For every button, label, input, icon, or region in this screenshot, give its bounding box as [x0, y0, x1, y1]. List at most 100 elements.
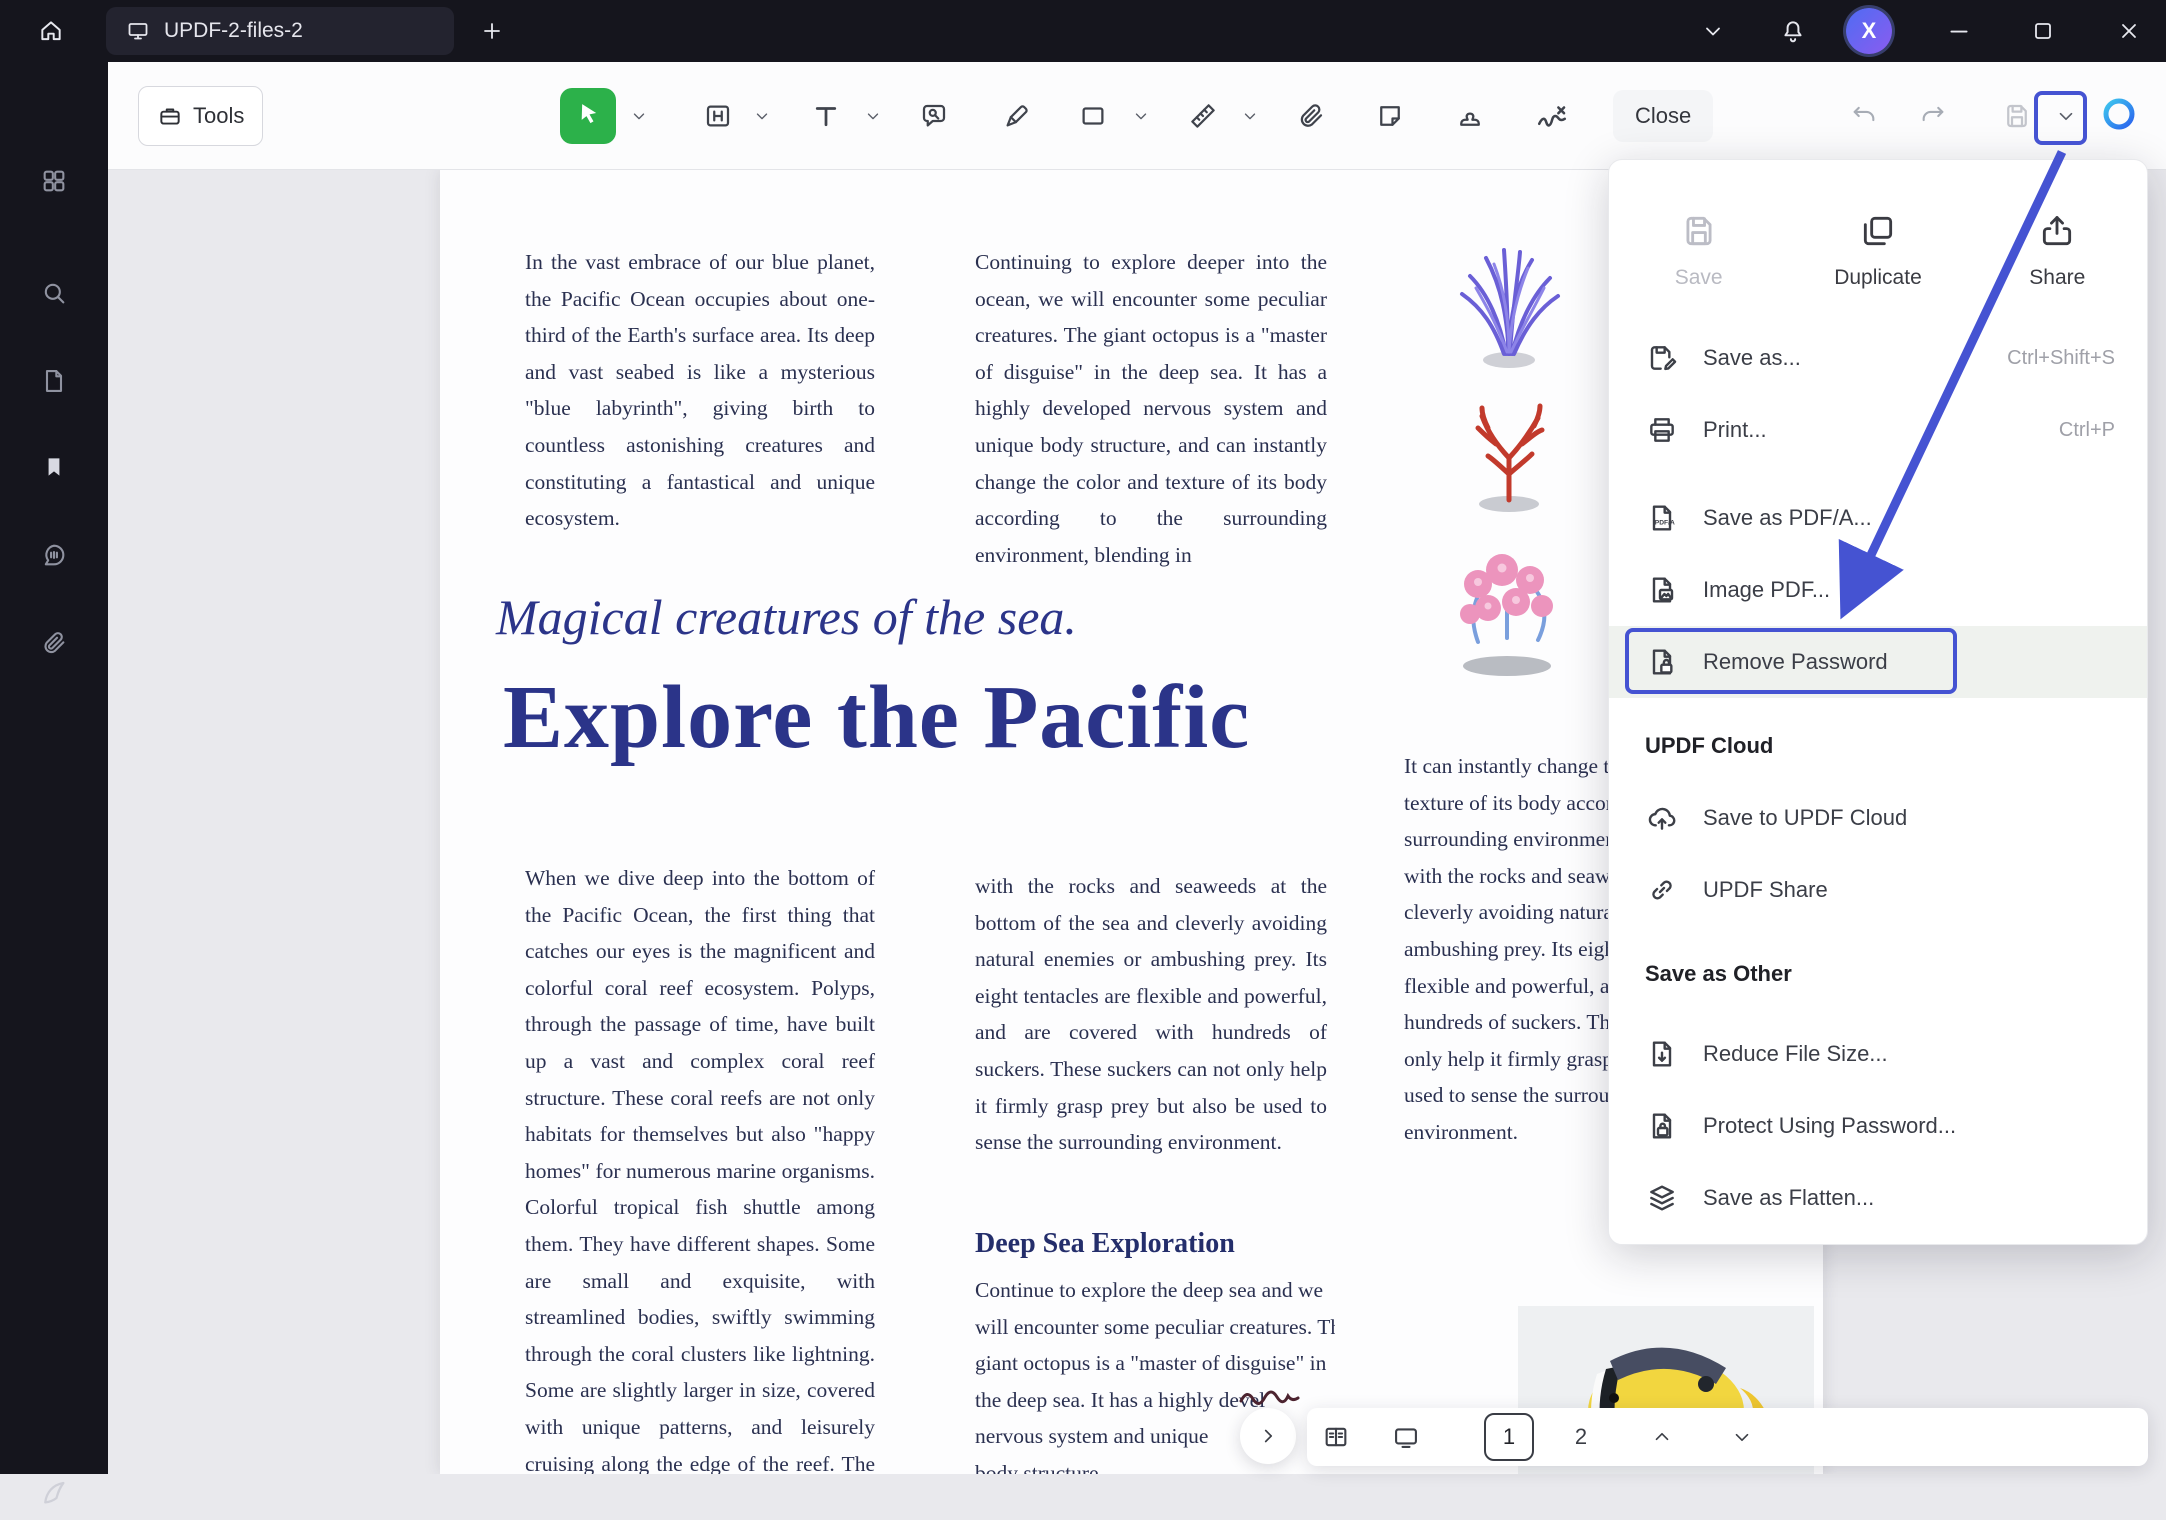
- right-line: texture of its body accord: [1404, 785, 1612, 822]
- reader-view-button[interactable]: [1319, 1417, 1353, 1457]
- next-page-button[interactable]: [1727, 1417, 1757, 1457]
- red-coral-image: [1426, 388, 1592, 514]
- close-window-button[interactable]: [2104, 8, 2154, 54]
- menu-item-image-pdf[interactable]: Image PDF...: [1609, 554, 2147, 626]
- right-line: used to sense the surroun: [1404, 1077, 1612, 1114]
- undo-icon: [1850, 102, 1878, 130]
- maximize-button[interactable]: [2018, 8, 2068, 54]
- shape-tool-button[interactable]: [1071, 91, 1115, 141]
- save-action-label: Save: [1675, 266, 1723, 290]
- close-icon: [2117, 19, 2141, 43]
- save-icon: [1680, 212, 1718, 250]
- menu-item-save-to-cloud[interactable]: Save to UPDF Cloud: [1609, 782, 2147, 854]
- deep-line: will encounter some peculiar creatures. …: [975, 1309, 1335, 1346]
- sidebar-item-search[interactable]: [27, 266, 81, 320]
- print-icon: [1645, 413, 1679, 447]
- bell-icon: [1780, 18, 1806, 44]
- attach-tool-button[interactable]: [1289, 91, 1333, 141]
- home-button[interactable]: [26, 8, 76, 54]
- add-text-chevron[interactable]: [861, 91, 885, 141]
- signature-tool-button[interactable]: [1528, 91, 1576, 141]
- flatten-icon: [1645, 1181, 1679, 1215]
- notifications-button[interactable]: [1768, 8, 1818, 54]
- undo-button[interactable]: [1842, 91, 1886, 141]
- stamp-tool-button[interactable]: [1448, 91, 1492, 141]
- updf-logo-button[interactable]: [27, 1466, 81, 1520]
- page-number-next[interactable]: 2: [1566, 1424, 1596, 1450]
- right-line: with the rocks and seawe: [1404, 858, 1612, 895]
- menu-item-label: Save as...: [1703, 345, 1801, 371]
- section-updf-cloud: UPDF Cloud: [1609, 710, 2147, 782]
- paragraph-bottom-mid: with the rocks and seaweeds at the botto…: [975, 868, 1327, 1161]
- sidebar-item-attachments[interactable]: [27, 616, 81, 670]
- heading-main: Explore the Pacific: [503, 668, 1250, 767]
- measure-tool-chevron[interactable]: [1238, 91, 1262, 141]
- menu-item-shortcut: Ctrl+Shift+S: [2007, 347, 2115, 370]
- add-text-icon: [811, 101, 841, 131]
- link-icon: [1645, 873, 1679, 907]
- stamp-icon: [1455, 101, 1485, 131]
- sticker-icon: [1375, 101, 1405, 131]
- sidebar-item-apps[interactable]: [27, 154, 81, 208]
- comment-search-tool-button[interactable]: [912, 91, 956, 141]
- expand-controls-button[interactable]: [1240, 1408, 1296, 1464]
- save-menu-top-actions: Save Duplicate Share: [1609, 186, 2147, 316]
- avatar[interactable]: X: [1846, 8, 1892, 54]
- save-icon: [2002, 101, 2032, 131]
- select-tool-chevron[interactable]: [627, 91, 651, 141]
- page-number-current[interactable]: 1: [1484, 1413, 1534, 1461]
- right-line: cleverly avoiding natural: [1404, 894, 1612, 931]
- menu-item-save-as-flatten[interactable]: Save as Flatten...: [1609, 1162, 2147, 1234]
- right-line: ambushing prey. Its eight: [1404, 931, 1612, 968]
- shape-tool-chevron[interactable]: [1129, 91, 1153, 141]
- menu-item-shortcut: Ctrl+P: [2059, 419, 2115, 442]
- edit-tool-button[interactable]: [696, 91, 740, 141]
- sticker-tool-button[interactable]: [1368, 91, 1412, 141]
- ai-assistant-icon: [2100, 95, 2138, 138]
- cloud-upload-icon: [1645, 801, 1679, 835]
- maximize-icon: [2031, 19, 2055, 43]
- menu-item-reduce-file-size[interactable]: Reduce File Size...: [1609, 1018, 2147, 1090]
- edit-tool-chevron[interactable]: [750, 91, 774, 141]
- minimize-button[interactable]: [1934, 8, 1984, 54]
- close-document-button[interactable]: Close: [1613, 90, 1713, 142]
- menu-item-print[interactable]: Print... Ctrl+P: [1609, 394, 2147, 466]
- select-tool-button[interactable]: [560, 88, 616, 144]
- sidebar-item-bookmarks[interactable]: [27, 442, 81, 496]
- attachment-icon: [40, 629, 68, 657]
- ai-assistant-button[interactable]: [2096, 91, 2142, 141]
- previous-page-button[interactable]: [1647, 1417, 1677, 1457]
- toolbar: Tools: [108, 62, 2166, 170]
- add-text-tool-button[interactable]: [804, 91, 848, 141]
- plus-icon: [480, 19, 504, 43]
- tab-list-button[interactable]: [1688, 8, 1738, 54]
- menu-item-remove-password[interactable]: Remove Password: [1609, 626, 2147, 698]
- minimize-icon: [1946, 18, 1972, 44]
- menu-item-save-as-pdfa[interactable]: PDF/A Save as PDF/A...: [1609, 482, 2147, 554]
- duplicate-action-label: Duplicate: [1834, 266, 1922, 290]
- signature-icon: [1535, 99, 1569, 133]
- sidebar-item-comments[interactable]: [27, 528, 81, 582]
- menu-item-protect-password[interactable]: Protect Using Password...: [1609, 1090, 2147, 1162]
- reader-view-icon: [1322, 1423, 1350, 1451]
- save-dropdown-button[interactable]: [2044, 91, 2088, 141]
- right-line: It can instantly change th: [1404, 748, 1612, 785]
- menu-item-label: Reduce File Size...: [1703, 1041, 1888, 1067]
- pen-tool-button[interactable]: [995, 91, 1039, 141]
- redo-button[interactable]: [1911, 91, 1955, 141]
- share-action[interactable]: Share: [1968, 186, 2147, 316]
- sidebar-item-pages[interactable]: [27, 354, 81, 408]
- menu-item-updf-share[interactable]: UPDF Share: [1609, 854, 2147, 926]
- presentation-button[interactable]: [1389, 1417, 1423, 1457]
- new-tab-button[interactable]: [470, 8, 514, 54]
- measure-tool-button[interactable]: [1181, 91, 1225, 141]
- share-icon: [2038, 212, 2076, 250]
- menu-item-label: Save as PDF/A...: [1703, 505, 1872, 531]
- tools-button[interactable]: Tools: [138, 86, 263, 146]
- pdfa-icon: PDF/A: [1645, 501, 1679, 535]
- duplicate-action[interactable]: Duplicate: [1788, 186, 1967, 316]
- document-tab[interactable]: UPDF-2-files-2: [106, 7, 454, 55]
- menu-item-save-as[interactable]: Save as... Ctrl+Shift+S: [1609, 322, 2147, 394]
- save-button: [1995, 91, 2039, 141]
- remove-password-icon: [1645, 645, 1679, 679]
